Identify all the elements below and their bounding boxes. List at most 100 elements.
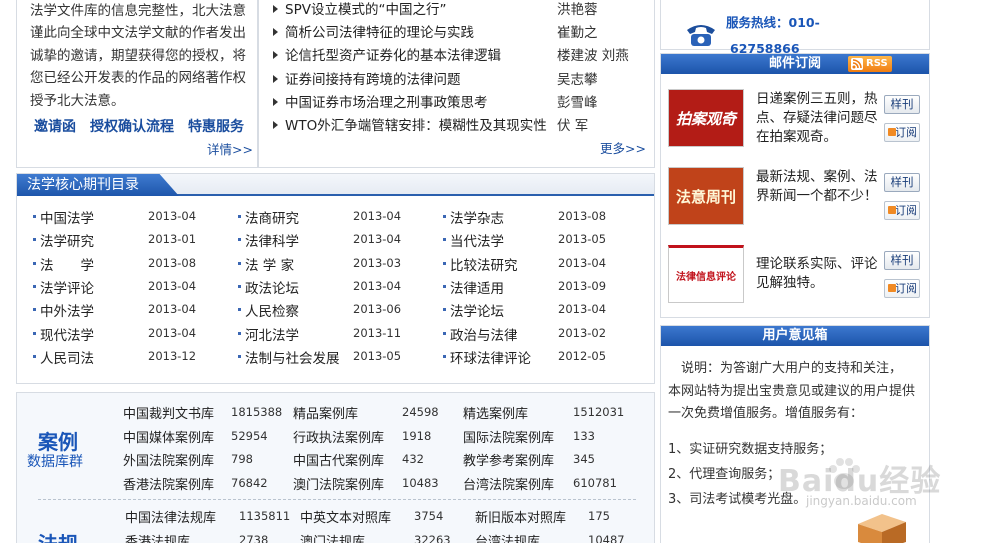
case-db-link[interactable]: 中国古代案例库 [293,450,384,469]
newsletter-desc: 日递案例三五则，热 点、存疑法律问题尽 在拍案观奇。 [756,90,878,147]
article-title-link[interactable]: 论信托型资产证券化的基本法律逻辑 [285,44,501,64]
intro-link[interactable]: 授权确认流程 [90,119,174,135]
journal-issue: 2012-05 [558,348,607,363]
law-db-link[interactable]: 中国法律法规库 [125,507,216,526]
sample-button[interactable]: 样刊 [884,173,920,192]
rss-icon [851,58,863,70]
journal-bullet [443,354,446,358]
gift-box-image [852,510,910,543]
journal-issue: 2013-01 [148,232,197,247]
journal-name-link[interactable]: 法 学 [40,254,94,274]
sample-button[interactable]: 样刊 [884,95,920,114]
journal-issue: 2013-08 [148,255,197,270]
case-db-link[interactable]: 中国裁判文书库 [123,403,214,422]
journal-name-link[interactable]: 法学评论 [40,277,94,297]
journal-name-link[interactable]: 河北法学 [245,324,299,344]
case-db-link[interactable]: 精品案例库 [293,403,358,422]
journal-name-link[interactable]: 法学杂志 [450,207,504,227]
law-db-count: 175 [588,509,610,523]
journal-issue: 2013-06 [353,302,402,317]
journal-bullet [33,331,36,335]
law-db-link[interactable]: 中英文本对照库 [300,507,391,526]
journals-header-title: 法学核心期刊目录 [17,174,179,196]
case-db-link[interactable]: 精选案例库 [463,403,528,422]
intro-link[interactable]: 邀请函 [34,119,76,135]
journal-bullet [443,284,446,288]
newsletter-desc-line: 最新法规、案例、法 [756,169,878,185]
law-db-link[interactable]: 香港法规库 [125,531,190,543]
rss-badge[interactable]: RSS [848,56,892,72]
case-db-link[interactable]: 香港法院案例库 [123,474,214,493]
journal-name-link[interactable]: 法 学 家 [245,254,294,274]
law-db-link[interactable]: 台湾法规库 [475,531,540,543]
journal-bullet [238,215,241,218]
intro-more-link[interactable]: 详情>> [207,139,253,158]
journal-issue: 2013-04 [353,278,402,293]
case-db-link[interactable]: 台湾法院案例库 [463,474,554,493]
article-title-link[interactable]: WTO外汇争端管辖安排：模糊性及其现实性 [285,114,547,134]
journal-name-link[interactable]: 现代法学 [40,324,94,344]
law-db-link[interactable]: 新旧版本对照库 [475,507,566,526]
sample-button[interactable]: 样刊 [884,251,920,270]
case-db-link[interactable]: 行政执法案例库 [293,427,384,446]
case-db-count: 345 [573,452,595,466]
newsletter-desc-line: 日递案例三五则，热 [756,91,878,107]
case-db-link[interactable]: 澳门法院案例库 [293,474,384,493]
journal-name-link[interactable]: 政治与法律 [450,324,518,344]
journal-name-link[interactable]: 法制与社会发展 [245,347,340,367]
journal-issue: 2013-12 [148,348,197,363]
subscribe-button[interactable]: 订阅 [884,279,920,298]
journal-name-link[interactable]: 当代法学 [450,230,504,250]
journal-name-link[interactable]: 人民司法 [40,347,94,367]
journal-name-link[interactable]: 法商研究 [245,207,299,227]
subscribe-button[interactable]: 订阅 [884,123,920,142]
case-db-count: 1512031 [573,405,625,419]
journal-issue: 2013-04 [353,209,402,223]
journal-bullet [33,354,36,358]
journal-issue: 2013-11 [353,325,402,340]
article-title-link[interactable]: 中国证券市场治理之刑事政策思考 [285,91,488,111]
intro-line: 法学文件库的信息完整性，北大法意 [30,3,246,19]
journal-issue: 2013-08 [558,209,607,223]
article-author: 吴志攀 [557,71,598,88]
law-db-count: 10487 [588,532,625,543]
case-db-count: 432 [402,452,424,466]
journal-name-link[interactable]: 法学研究 [40,230,94,250]
case-db-link[interactable]: 外国法院案例库 [123,450,214,469]
journal-name-link[interactable]: 政法论坛 [245,277,299,297]
journal-name-link[interactable]: 法律科学 [245,230,299,250]
journal-bullet [33,238,36,242]
article-title-link[interactable]: SPV设立模式的“中国之行” [285,0,446,18]
journal-issue: 2013-04 [353,232,402,247]
law-db-count: 2738 [239,532,269,543]
watermark-url: jingyan.baidu.com [806,494,917,508]
intro-link[interactable]: 特惠服务 [188,119,244,135]
intro-line: 您已经公开发表的作品的网络著作权 [30,70,246,87]
law-db-link[interactable]: 澳门法规库 [300,531,365,543]
subscribe-label: 订阅 [895,282,917,295]
article-author: 洪艳蓉 [557,2,598,18]
journal-name-link[interactable]: 人民检察 [245,300,299,320]
journals-header: 法学核心期刊目录 [17,174,654,196]
journal-name-link[interactable]: 中外法学 [40,300,94,320]
article-title-link[interactable]: 证券间接持有跨境的法律问题 [285,68,461,88]
article-title-link[interactable]: 简析公司法律特征的理论与实践 [285,21,474,41]
journal-name-link[interactable]: 法律适用 [450,277,504,297]
newsletter-desc: 最新法规、案例、法 界新闻一个都不少！ [756,168,878,206]
subscribe-button[interactable]: 订阅 [884,201,920,220]
newsletter-desc-line: 界新闻一个都不少！ [756,188,878,204]
case-db-link[interactable]: 中国媒体案例库 [123,427,214,446]
case-db-count: 133 [573,428,595,443]
journal-issue: 2013-02 [558,325,607,340]
case-db-link[interactable]: 教学参考案例库 [463,450,554,469]
intro-line: 谨此向全球中文法学文献的作者发出 [30,25,246,42]
journal-name-link[interactable]: 比较法研究 [450,254,518,274]
journal-issue: 2013-04 [558,302,607,317]
journal-name-link[interactable]: 环球法律评论 [450,347,531,367]
journal-name-link[interactable]: 中国法学 [40,207,94,227]
cases-subtitle: 数据库群 [27,454,83,470]
articles-more-link[interactable]: 更多>> [600,138,646,157]
case-db-link[interactable]: 国际法院案例库 [463,427,554,446]
journal-issue: 2013-04 [148,209,197,223]
journal-name-link[interactable]: 法学论坛 [450,300,504,320]
